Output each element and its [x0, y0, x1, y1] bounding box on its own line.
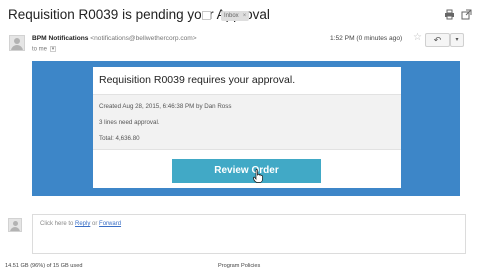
sender-name[interactable]: BPM Notifications [32, 35, 88, 42]
chevron-down-icon: ▾ [455, 37, 459, 43]
reply-arrow-icon: ↶ [433, 35, 442, 45]
more-options-button[interactable]: ▾ [450, 33, 464, 47]
show-details-caret-icon[interactable]: ▾ [50, 46, 57, 52]
star-icon[interactable]: ☆ [413, 33, 422, 43]
sender-row: BPM Notifications <notifications@bellwet… [0, 30, 480, 58]
review-order-button[interactable]: Review Order [172, 159, 321, 183]
reply-prompt-prefix: Click here to [40, 221, 76, 227]
created-line: Created Aug 28, 2015, 6:46:38 PM by Dan … [99, 103, 232, 110]
reply-prompt-middle: or [90, 221, 100, 227]
remove-label-icon[interactable]: × [243, 13, 247, 19]
reply-avatar [8, 218, 22, 232]
hand-cursor-icon [253, 169, 263, 183]
print-icon[interactable] [444, 9, 455, 20]
subject-bar: Requisition R0039 is pending your Approv… [0, 0, 480, 30]
reply-link[interactable]: Reply [75, 221, 90, 227]
forward-link[interactable]: Forward [99, 221, 121, 227]
sender-line: BPM Notifications <notifications@bellwet… [32, 35, 197, 42]
recipient-text: to me [32, 46, 48, 53]
sender-email: <notifications@bellwethercorp.com> [90, 35, 197, 42]
lines-approval-line: 3 lines need approval. [99, 119, 160, 126]
program-policies-link[interactable]: Program Policies [218, 263, 260, 269]
reply-button[interactable]: ↶ [425, 33, 450, 47]
card-title: Requisition R0039 requires your approval… [99, 74, 296, 86]
open-in-new-window-icon[interactable] [461, 9, 472, 20]
email-timestamp: 1:52 PM (0 minutes ago) [330, 35, 403, 42]
label-chip-text: Inbox [224, 13, 239, 19]
sender-avatar [9, 35, 25, 51]
important-marker[interactable] [202, 11, 211, 20]
card-details: Created Aug 28, 2015, 6:46:38 PM by Dan … [93, 94, 401, 150]
storage-usage: 14.51 GB (96%) of 15 GB used [5, 263, 83, 269]
total-line: Total: 4,636.80 [99, 135, 140, 142]
reply-prompt: Click here to Reply or Forward [40, 221, 121, 227]
reply-box[interactable]: Click here to Reply or Forward [32, 214, 466, 254]
recipient-line: to me ▾ [32, 46, 57, 53]
inbox-label-chip[interactable]: Inbox × [221, 11, 250, 21]
